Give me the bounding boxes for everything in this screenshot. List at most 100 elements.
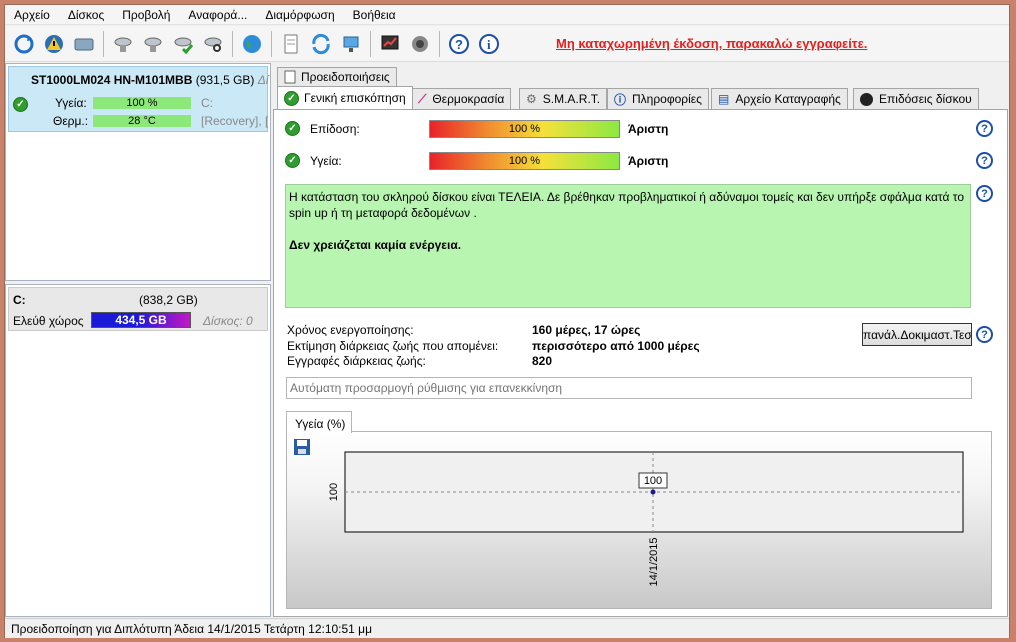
help-icon[interactable]: ?	[976, 326, 993, 343]
benchmark-button[interactable]	[377, 31, 403, 57]
tab-log[interactable]: ▤ Αρχείο Καταγραφής	[711, 88, 848, 109]
performance-bar: 100 %	[429, 120, 620, 138]
warning-button[interactable]	[41, 31, 67, 57]
auto-adjust-input[interactable]	[286, 377, 972, 399]
disk-extra: Δί	[257, 73, 269, 87]
disk-check-button[interactable]	[170, 31, 196, 57]
disk-recovery: [Recovery], [	[201, 114, 269, 128]
document-icon	[284, 70, 296, 84]
health-ok-icon: ✓	[285, 153, 300, 168]
tab-log-label: Αρχείο Καταγραφής	[735, 92, 841, 106]
health-label: Υγεία:	[310, 154, 342, 168]
toolbar-separator	[370, 30, 371, 57]
tab-warnings-label: Προειδοποιήσεις	[301, 70, 390, 84]
info-icon: ⓘ	[614, 92, 627, 107]
menu-file[interactable]: Αρχείο	[5, 8, 59, 22]
partition-panel: C: (838,2 GB) Ελεύθ χώρος 434,5 GB Δίσκο…	[5, 284, 271, 617]
records-value: 820	[532, 354, 553, 368]
network-icon	[343, 36, 359, 52]
details-area: Προειδοποιήσεις ✓ Γενική επισκόπηση ⟋ Θε…	[273, 63, 1010, 617]
tab-performance[interactable]: Επιδόσεις δίσκου	[853, 88, 979, 109]
partition-name: C:	[13, 293, 26, 307]
menu-help[interactable]: Βοήθεια	[344, 8, 405, 22]
toolbar-separator	[439, 30, 440, 57]
tab-info-label: Πληροφορίες	[632, 92, 702, 106]
disk-header: ST1000LM024 HN-M101MBB (931,5 GB) Δί	[31, 73, 269, 87]
disk-size: (931,5 GB)	[195, 73, 255, 87]
gauge-icon	[860, 92, 873, 106]
health-rating: Άριστη	[628, 154, 669, 168]
menu-report[interactable]: Αναφορά...	[179, 8, 256, 22]
toolbar-separator	[103, 30, 104, 57]
web-button[interactable]	[239, 31, 265, 57]
svg-text:?: ?	[455, 37, 463, 52]
drive-icon	[144, 37, 162, 52]
tab-temperature[interactable]: ⟋ Θερμοκρασία	[411, 88, 512, 109]
disk-test-2-button[interactable]	[140, 31, 166, 57]
disk-button[interactable]	[71, 31, 97, 57]
tab-temperature-label: Θερμοκρασία	[432, 92, 505, 106]
drive-search-icon	[204, 37, 222, 52]
partition-item[interactable]: C: (838,2 GB) Ελεύθ χώρος 434,5 GB Δίσκο…	[8, 287, 268, 331]
network-button[interactable]	[338, 31, 364, 57]
drive-icon	[114, 37, 132, 52]
help-icon[interactable]: ?	[976, 185, 993, 202]
drive-check-icon	[174, 37, 194, 54]
toolbar-separator	[271, 30, 272, 57]
x-tick-label: 14/1/2015	[648, 538, 660, 587]
refresh-button[interactable]	[11, 31, 37, 57]
tab-performance-label: Επιδόσεις δίσκου	[879, 92, 972, 106]
menu-view[interactable]: Προβολή	[113, 8, 179, 22]
check-icon: ✓	[284, 90, 299, 106]
health-bar: 100 %	[429, 152, 620, 170]
info-button[interactable]: i	[476, 31, 502, 57]
warning-icon	[45, 34, 63, 53]
globe-icon	[243, 34, 261, 53]
thermometer-icon: ⟋	[418, 91, 427, 106]
remaining-life-value: περισσότερο από 1000 μέρες	[532, 339, 700, 353]
tab-smart[interactable]: ⚙ S.M.A.R.T.	[519, 88, 608, 109]
status-bar: Προειδοποίηση για Διπλότυπη Άδεια 14/1/2…	[5, 618, 1009, 638]
report-button[interactable]	[278, 31, 304, 57]
free-space-bar: 434,5 GB	[91, 312, 191, 328]
help-icon[interactable]: ?	[976, 152, 993, 169]
retest-button[interactable]: πανάλ.Δοκιμαστ.Τεσ	[862, 323, 972, 346]
uptime-value: 160 μέρες, 17 ώρες	[532, 323, 641, 337]
performance-rating: Άριστη	[628, 122, 669, 136]
y-tick-label: 100	[328, 483, 340, 501]
status-text: Προειδοποίηση για Διπλότυπη Άδεια 14/1/2…	[11, 621, 373, 636]
chart-container: 100 14/1/2015 100	[286, 431, 992, 609]
menu-disk[interactable]: Δίσκος	[59, 8, 113, 22]
disk-temp-bar: 28 °C	[93, 115, 191, 127]
disk-item[interactable]: ST1000LM024 HN-M101MBB (931,5 GB) Δί ✓ Υ…	[8, 66, 269, 132]
tab-overview[interactable]: ✓ Γενική επισκόπηση	[277, 86, 413, 109]
disk-test-1-button[interactable]	[110, 31, 136, 57]
document-icon	[284, 34, 298, 53]
sync-button[interactable]	[308, 31, 334, 57]
tab-info[interactable]: ⓘ Πληροφορίες	[607, 88, 709, 109]
menu-bar: Αρχείο Δίσκος Προβολή Αναφορά... Διαμόρφ…	[5, 5, 1009, 25]
chart-tab-health[interactable]: Υγεία (%)	[286, 411, 352, 433]
svg-text:i: i	[487, 37, 491, 52]
performance-ok-icon: ✓	[285, 121, 300, 136]
uptime-label: Χρόνος ενεργοποίησης:	[287, 323, 414, 337]
help-icon: ?	[449, 33, 469, 54]
drive-icon: ⚙	[526, 92, 537, 106]
data-label: 100	[644, 475, 662, 487]
records-label: Εγγραφές διάρκειας ζωής:	[287, 354, 426, 368]
sync-icon	[312, 33, 330, 54]
disk-search-button[interactable]	[200, 31, 226, 57]
disk-health-bar: 100 %	[93, 97, 191, 109]
tab-warnings[interactable]: Προειδοποιήσεις	[277, 67, 397, 86]
main-window: Αρχείο Δίσκος Προβολή Αναφορά... Διαμόρφ…	[4, 4, 1010, 638]
remaining-life-label: Εκτίμηση διάρκειας ζωής που απομένει:	[287, 339, 499, 353]
sound-button[interactable]	[407, 31, 433, 57]
help-button[interactable]: ?	[446, 31, 472, 57]
menu-config[interactable]: Διαμόρφωση	[256, 8, 343, 22]
disk-icon	[74, 38, 94, 50]
disk-temp-label: Θερμ.:	[53, 114, 89, 128]
help-icon[interactable]: ?	[976, 120, 993, 137]
overview-panel: ✓ Επίδοση: 100 % Άριστη ? ✓ Υγεία: 100 %…	[273, 109, 1008, 617]
register-link[interactable]: Μη καταχωρημένη έκδοση, παρακαλώ εγγραφε…	[556, 36, 867, 51]
disk-list-panel: ST1000LM024 HN-M101MBB (931,5 GB) Δί ✓ Υ…	[5, 63, 271, 281]
